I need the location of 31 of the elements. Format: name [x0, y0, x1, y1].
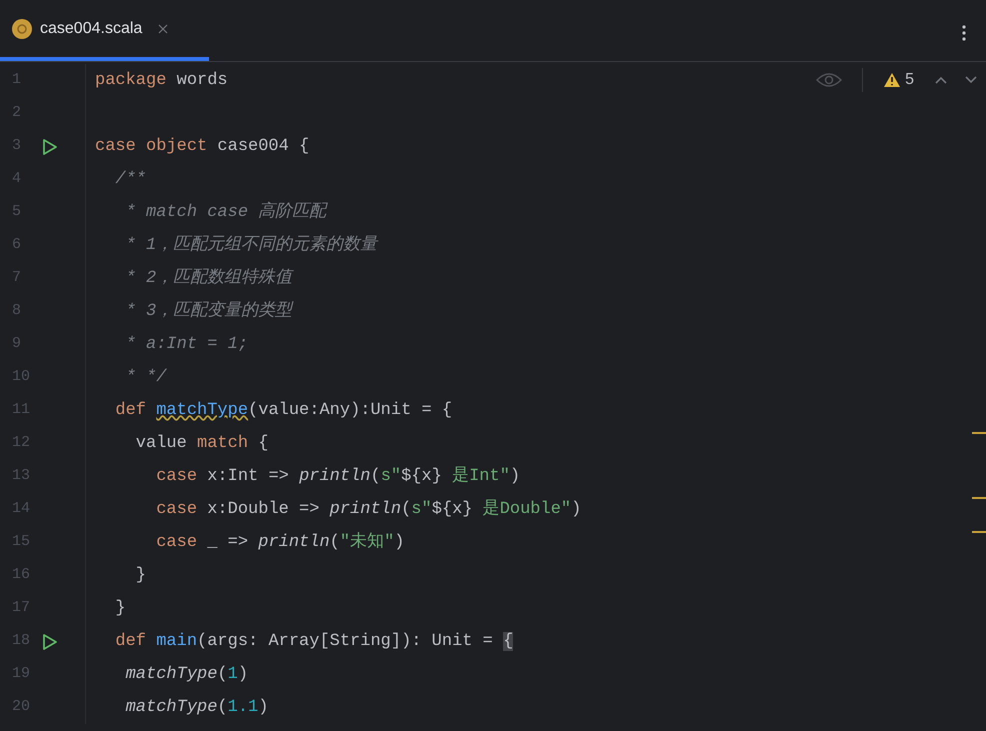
- chevron-up-icon[interactable]: [934, 75, 948, 85]
- run-icon[interactable]: [40, 138, 58, 156]
- code-line: * match case 高阶匹配: [124, 200, 326, 224]
- tab-label: case004.scala: [40, 18, 142, 38]
- more-menu-icon[interactable]: [961, 24, 967, 42]
- code-line: case x:Int => println(s"${x} 是Int"): [155, 466, 520, 488]
- code-line: * */: [124, 366, 166, 389]
- code-line: case x:Double => println(s"${x} 是Double"): [155, 498, 582, 521]
- warning-icon: [883, 72, 902, 88]
- warning-indicator[interactable]: 5: [883, 68, 914, 92]
- code-line: /**: [114, 168, 146, 191]
- code-line: * a:Int = 1;: [124, 334, 248, 356]
- code-line: case _ => println("未知"): [155, 531, 404, 554]
- code-line: package words: [95, 70, 228, 92]
- close-icon[interactable]: [158, 24, 168, 34]
- code-line: matchType(1): [124, 664, 248, 686]
- code-line: * 1，匹配元组不同的元素的数量: [124, 234, 378, 257]
- code-line: value match {: [134, 432, 268, 455]
- code-line: def main(args: Array[String]): Unit = {: [114, 630, 514, 653]
- code-line: matchType(1.1): [124, 696, 268, 719]
- code-line: * 3，匹配变量的类型: [124, 300, 292, 323]
- eye-icon[interactable]: [816, 72, 842, 88]
- code-line: }: [114, 598, 126, 620]
- editor-tab[interactable]: case004.scala: [0, 0, 209, 61]
- chevron-down-icon[interactable]: [964, 75, 978, 85]
- code-line: def matchType(value:Any):Unit = {: [114, 400, 452, 422]
- run-icon[interactable]: [40, 632, 58, 650]
- code-line: }: [134, 564, 146, 587]
- code-line: case object case004 {: [95, 136, 310, 158]
- code-line: * 2，匹配数组特殊值: [124, 267, 292, 290]
- file-type-icon: [12, 18, 32, 38]
